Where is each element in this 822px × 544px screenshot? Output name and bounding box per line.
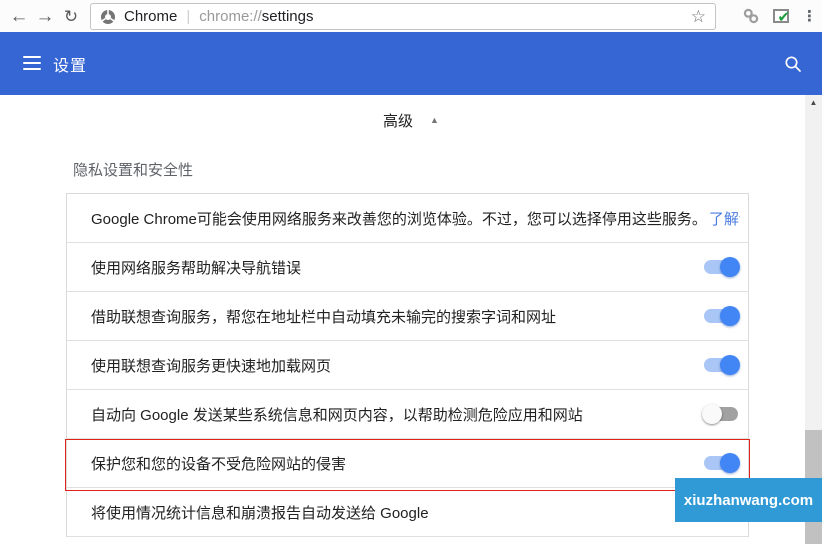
browser-window: ← → ↻ Chrome | chrome://settings ☆ xyxy=(0,0,822,544)
chrome-logo-icon xyxy=(100,9,116,25)
chevron-up-icon: ▲ xyxy=(430,115,439,125)
green-check-glyph: ✔ xyxy=(777,10,790,25)
setting-label: 保护您和您的设备不受危险网站的侵害 xyxy=(91,453,702,474)
intro-row: Google Chrome可能会使用网络服务来改善您的浏览体验。不过，您可以选择… xyxy=(67,194,748,243)
chip-separator: | xyxy=(186,8,190,25)
learn-more-link[interactable]: 了解详情 xyxy=(709,211,740,228)
setting-label: 将使用情况统计信息和崩溃报告自动发送给 Google xyxy=(91,502,740,523)
setting-label: 使用网络服务帮助解决导航错误 xyxy=(91,257,702,278)
url-text: chrome://settings xyxy=(199,8,313,25)
advanced-label: 高级 xyxy=(383,110,413,131)
back-icon[interactable]: ← xyxy=(6,3,32,29)
toggle-knob xyxy=(720,257,740,277)
scrollbar-up-arrow-icon[interactable]: ▲ xyxy=(805,98,822,107)
setting-row-safe-browsing: 保护您和您的设备不受危险网站的侵害 xyxy=(67,439,748,488)
intro-text: Google Chrome可能会使用网络服务来改善您的浏览体验。不过，您可以选择… xyxy=(91,208,740,229)
setting-row-usage-statistics: 将使用情况统计信息和崩溃报告自动发送给 Google xyxy=(67,488,748,537)
search-icon[interactable] xyxy=(782,53,804,75)
browser-toolbar: ← → ↻ Chrome | chrome://settings ☆ xyxy=(0,0,822,32)
toggle-knob xyxy=(720,355,740,375)
toggle-switch[interactable] xyxy=(702,306,740,326)
toggle-knob xyxy=(702,404,722,424)
setting-label: 借助联想查询服务，帮您在地址栏中自动填充未输完的搜索字词和网址 xyxy=(91,306,702,327)
settings-header: 设置 xyxy=(0,32,822,95)
toggle-switch[interactable] xyxy=(702,453,740,473)
setting-row-navigation-errors: 使用网络服务帮助解决导航错误 xyxy=(67,243,748,292)
scrollbar[interactable]: ▲ xyxy=(805,95,822,544)
toggle-switch[interactable] xyxy=(702,257,740,277)
checkmark-extension-icon[interactable]: ✔ xyxy=(773,9,789,23)
setting-label: 使用联想查询服务更快速地加载网页 xyxy=(91,355,702,376)
toggle-switch[interactable] xyxy=(702,404,740,424)
bookmark-star-icon[interactable]: ☆ xyxy=(691,8,706,25)
watermark: xiuzhanwang.com xyxy=(675,478,822,522)
page-title: 设置 xyxy=(53,52,87,76)
toolbar-extensions: ✔ ⋮ xyxy=(742,0,816,32)
toggle-knob xyxy=(720,453,740,473)
advanced-section-toggle[interactable]: 高级 ▲ xyxy=(0,95,822,145)
address-bar[interactable]: Chrome | chrome://settings ☆ xyxy=(90,3,716,30)
toggle-switch[interactable] xyxy=(702,355,740,375)
site-chip: Chrome xyxy=(124,8,177,25)
nav-buttons: ← → ↻ xyxy=(0,3,84,29)
setting-row-preload-pages: 使用联想查询服务更快速地加载网页 xyxy=(67,341,748,390)
setting-row-report-to-google: 自动向 Google 发送某些系统信息和网页内容，以帮助检测危险应用和网站 xyxy=(67,390,748,439)
link-extension-icon[interactable] xyxy=(742,7,760,25)
forward-icon[interactable]: → xyxy=(32,3,58,29)
browser-menu-icon[interactable]: ⋮ xyxy=(802,7,816,25)
privacy-settings-card: Google Chrome可能会使用网络服务来改善您的浏览体验。不过，您可以选择… xyxy=(66,193,749,537)
setting-row-autocomplete: 借助联想查询服务，帮您在地址栏中自动填充未输完的搜索字词和网址 xyxy=(67,292,748,341)
setting-label: 自动向 Google 发送某些系统信息和网页内容，以帮助检测危险应用和网站 xyxy=(91,404,702,425)
hamburger-menu-icon[interactable] xyxy=(23,56,41,70)
reload-icon[interactable]: ↻ xyxy=(58,3,84,29)
settings-content: 高级 ▲ 隐私设置和安全性 Google Chrome可能会使用网络服务来改善您… xyxy=(0,95,822,544)
section-title-privacy: 隐私设置和安全性 xyxy=(66,145,822,193)
toggle-knob xyxy=(720,306,740,326)
